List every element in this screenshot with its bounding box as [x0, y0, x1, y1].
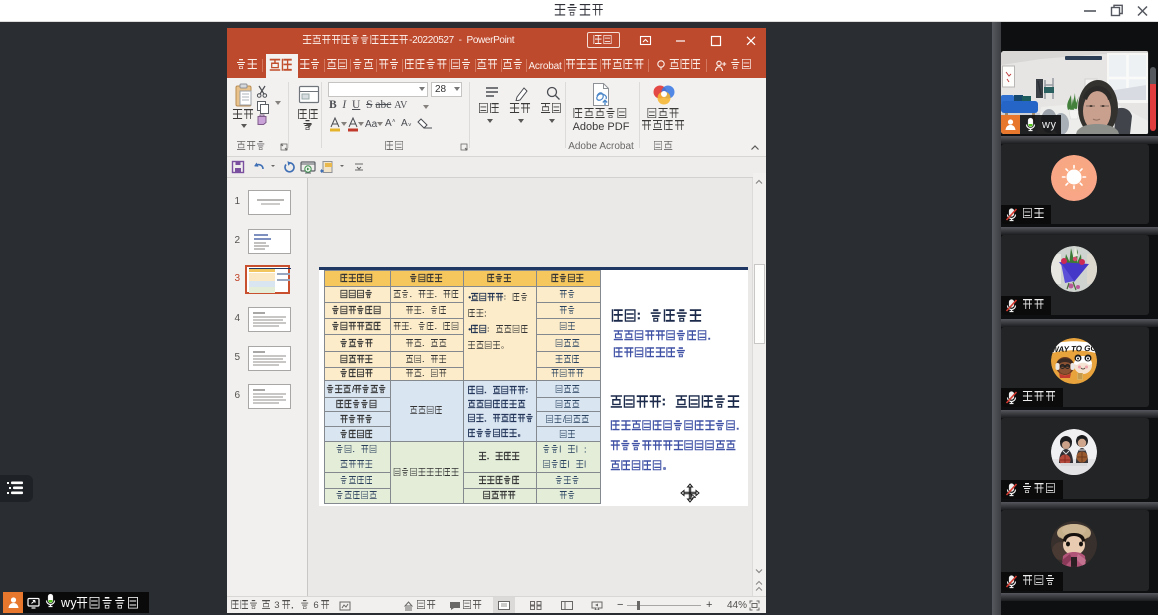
svg-text:˅: ˅: [408, 123, 412, 129]
svg-text:˄: ˄: [392, 119, 396, 125]
svg-text:Aa: Aa: [365, 119, 378, 130]
svg-text:WAY TO GO: WAY TO GO: [1051, 343, 1097, 354]
svg-text:A: A: [385, 118, 392, 129]
svg-text:A: A: [401, 118, 408, 129]
